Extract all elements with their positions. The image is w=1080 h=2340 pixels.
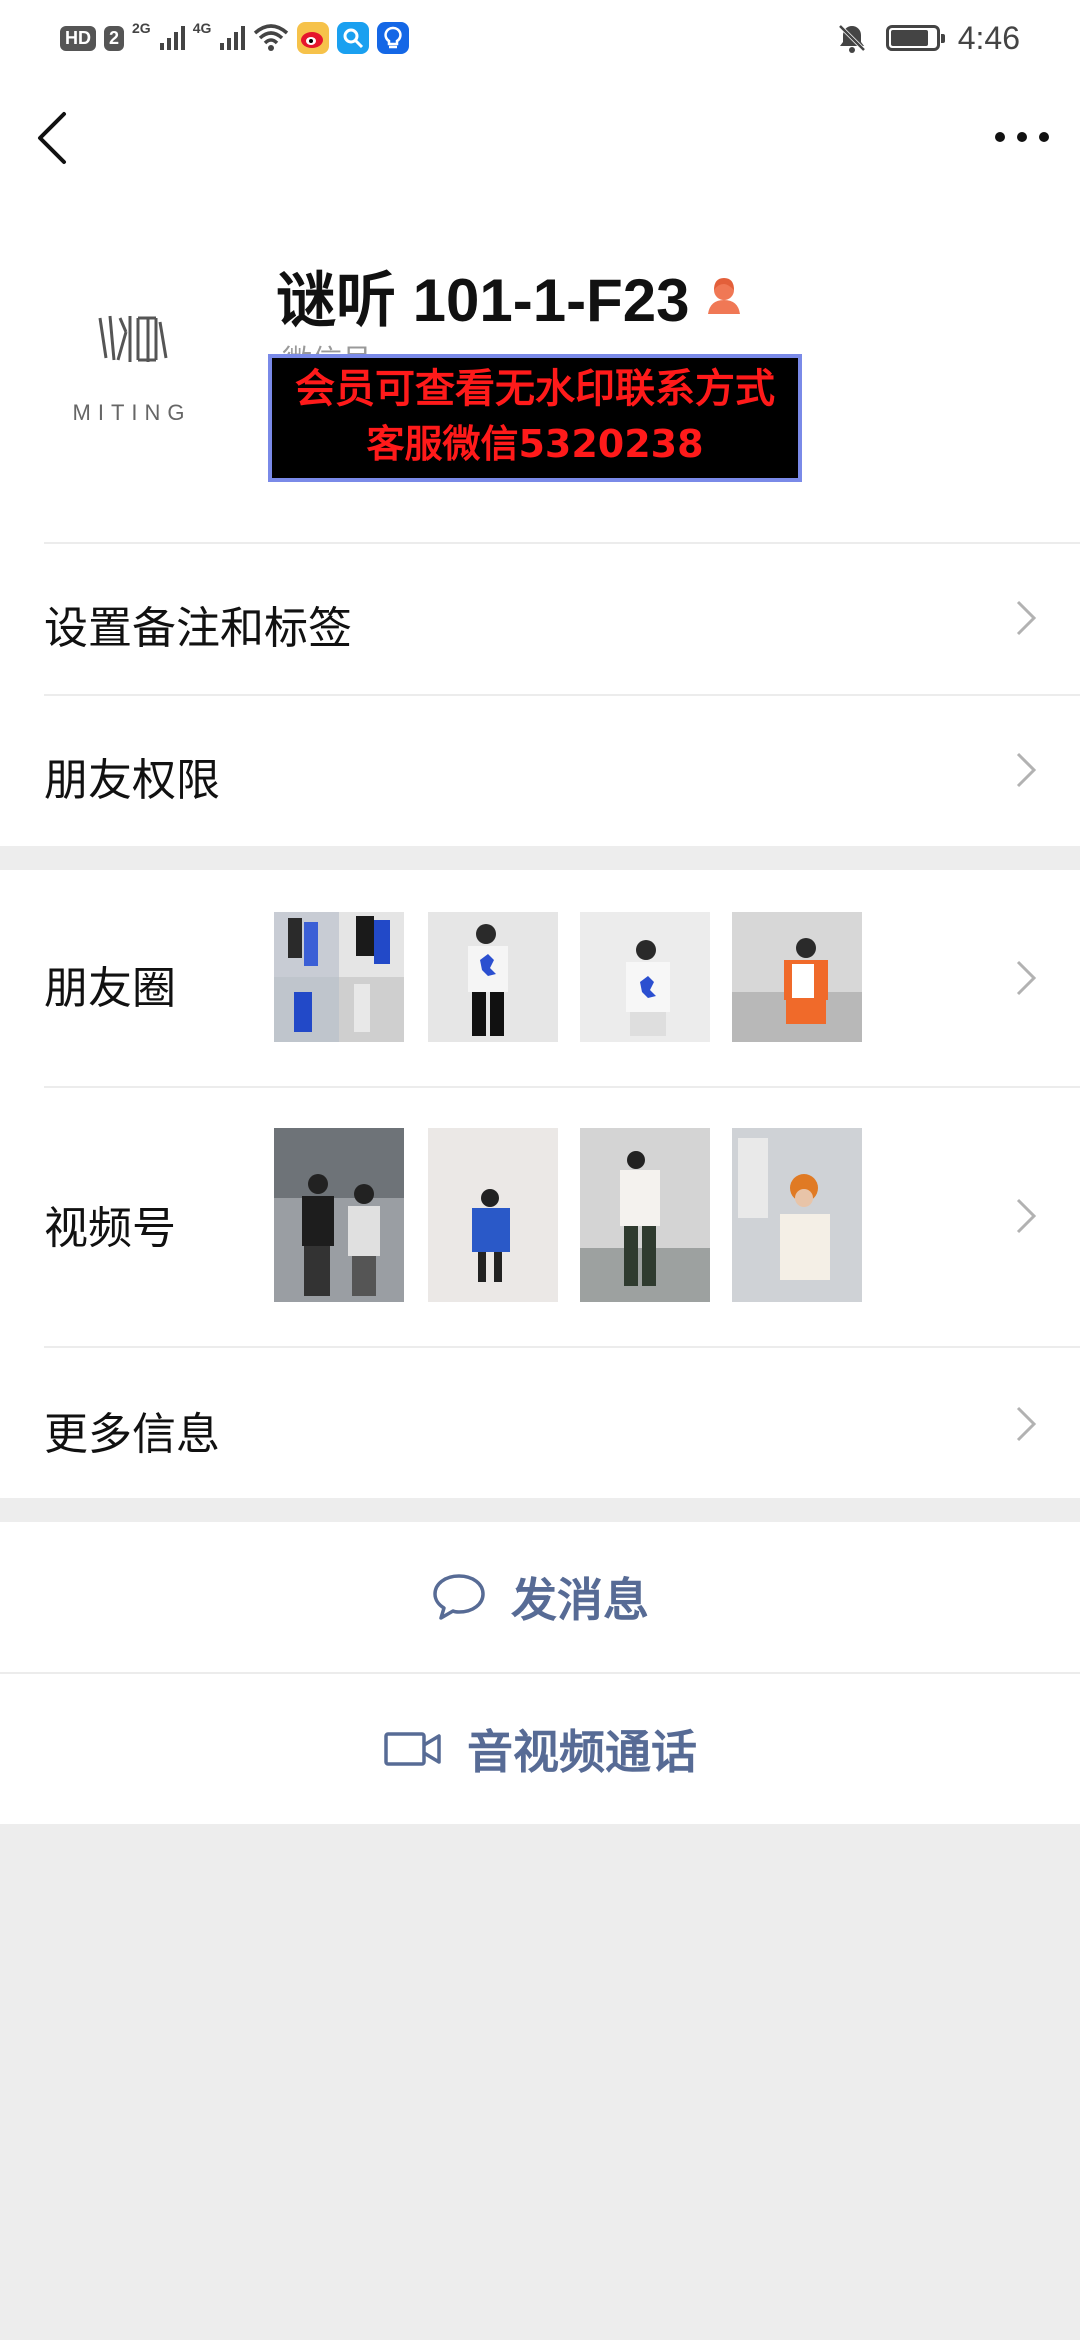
chat-bubble-icon [433,1574,485,1620]
more-info-row[interactable]: 更多信息 [0,1348,1080,1498]
status-bar-left: HD 2 2G 4G [60,18,410,58]
avatar-brand-text: MITING [72,400,192,425]
sim-slot-badge: 2 [104,25,125,51]
hd-badge: HD [60,25,96,51]
weibo-app-icon [297,22,330,54]
avatar[interactable]: MITING [44,248,220,425]
watermark-line2: 客服微信5320238 [366,422,704,466]
content-section: 朋友圈 视频号 更多信息 [0,870,1080,1498]
friend-permissions-row[interactable]: 朋友权限 [0,696,1080,846]
watermark-line1: 会员可查看无水印联系方式 [295,366,775,412]
back-button[interactable] [28,106,78,170]
battery-fill [890,30,928,46]
video-camera-icon [384,1732,441,1766]
clock-time: 4:46 [957,19,1020,56]
more-options-button[interactable] [992,112,1052,162]
remark-tags-label: 设置备注和标签 [44,603,352,654]
chevron-right-icon [1016,1198,1037,1234]
friend-permissions-label: 朋友权限 [44,755,220,806]
moments-thumbnail [274,912,404,1042]
watermark-overlay: 会员可查看无水印联系方式 客服微信5320238 [268,354,802,482]
bulb-app-icon [377,22,410,54]
chevron-left-icon [38,112,66,164]
moments-thumbnail [428,912,558,1042]
channels-row[interactable]: 视频号 [0,1088,1080,1346]
channels-thumbnail [274,1128,404,1302]
av-call-label: 音视频通话 [467,1725,697,1779]
av-call-button[interactable]: 音视频通话 [0,1674,1080,1824]
contact-profile-page: HD 2 2G 4G 4:46 MITING 谜听 101-1-F23 会员可查… [0,0,1080,2340]
remark-tags-row[interactable]: 设置备注和标签 [0,544,1080,694]
profile-header: MITING 谜听 101-1-F23 微信号 会员可查看无水印联系方式 客服微… [0,208,1080,542]
status-bar-right: 4:46 [836,14,1020,62]
send-message-label: 发消息 [511,1573,649,1627]
chevron-right-icon [1016,960,1037,996]
search-app-icon [337,22,370,54]
avatar-logo [98,315,168,362]
moments-row[interactable]: 朋友圈 [0,870,1080,1086]
moments-thumbnail [580,912,710,1042]
more-dots-icon [995,132,1049,142]
chevron-right-icon [1016,1406,1037,1442]
moments-label: 朋友圈 [44,963,176,1014]
settings-section: 设置备注和标签 朋友权限 [0,542,1080,846]
profile-name: 谜听 101-1-F23 [276,267,690,334]
channels-thumbnail [428,1128,558,1302]
wifi-icon [254,24,289,51]
signal-icon [220,26,246,50]
nav-bar [0,76,1080,208]
network-4g-label: 4G [192,20,212,36]
female-icon [707,277,740,314]
profile-name-row: 谜听 101-1-F23 [276,252,746,339]
more-info-label: 更多信息 [44,1409,220,1460]
bell-muted-icon [838,24,866,53]
status-bar: HD 2 2G 4G 4:46 [0,0,1080,76]
send-message-button[interactable]: 发消息 [0,1522,1080,1672]
channels-label: 视频号 [44,1203,176,1254]
chevron-right-icon [1016,600,1037,636]
battery-icon [885,25,945,51]
signal-icon [159,26,185,50]
chevron-right-icon [1016,752,1037,788]
channels-thumbnail [732,1128,862,1302]
channels-thumbnail [580,1128,710,1302]
network-2g-label: 2G [132,20,151,36]
moments-thumbnail [732,912,862,1042]
